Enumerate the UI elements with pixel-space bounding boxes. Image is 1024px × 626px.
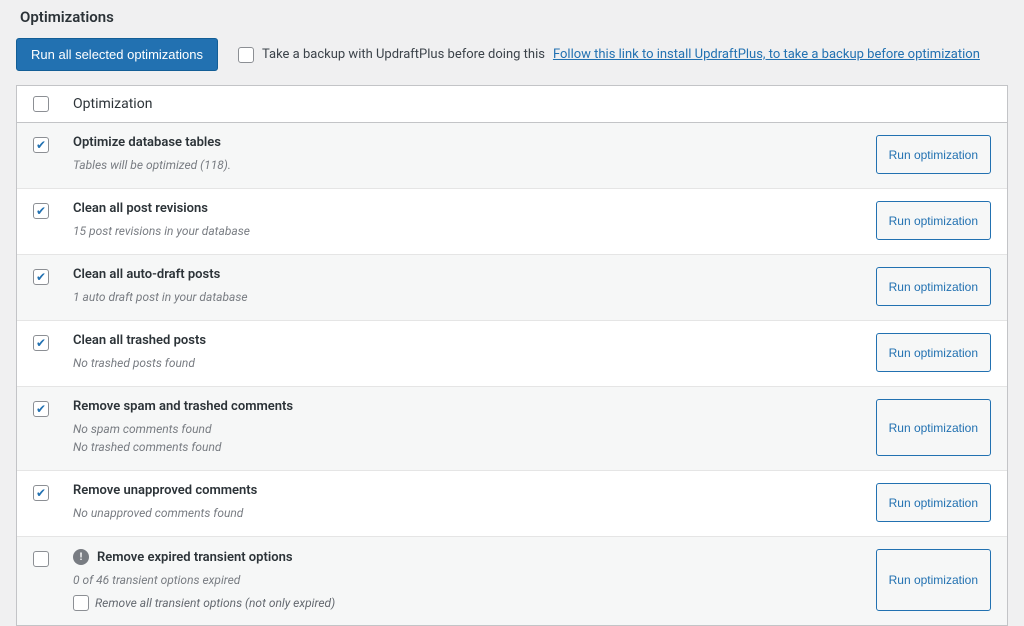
optimizations-table: Optimization Optimize database tables Tab… [16, 85, 1008, 626]
page-title: Optimizations [16, 0, 1008, 38]
table-row: Remove spam and trashed comments No spam … [17, 387, 1007, 471]
row-checkbox[interactable] [33, 269, 49, 285]
sub-option-label: Remove all transient options (not only e… [95, 596, 335, 610]
table-row: Optimize database tables Tables will be o… [17, 123, 1007, 189]
row-checkbox[interactable] [33, 335, 49, 351]
optimization-title: !Remove expired transient options [73, 549, 851, 565]
run-optimization-button[interactable]: Run optimization [876, 483, 991, 522]
sub-option-checkbox[interactable] [73, 595, 89, 611]
row-checkbox[interactable] [33, 137, 49, 153]
table-row: Clean all auto-draft posts 1 auto draft p… [17, 255, 1007, 321]
optimization-description: 1 auto draft post in your database [73, 288, 851, 306]
optimization-title: Remove spam and trashed comments [73, 399, 851, 414]
backup-install-link[interactable]: Follow this link to install UpdraftPlus,… [553, 47, 980, 62]
run-optimization-button[interactable]: Run optimization [876, 549, 991, 611]
table-row: !Remove expired transient options 0 of 46… [17, 537, 1007, 625]
optimization-title: Remove unapproved comments [73, 483, 851, 498]
row-checkbox[interactable] [33, 203, 49, 219]
optimization-description: Tables will be optimized (118). [73, 156, 851, 174]
select-all-checkbox[interactable] [33, 96, 49, 112]
optimization-description: No unapproved comments found [73, 504, 851, 522]
column-header-optimization: Optimization [73, 96, 152, 112]
backup-text: Take a backup with UpdraftPlus before do… [262, 47, 545, 62]
row-checkbox[interactable] [33, 401, 49, 417]
table-header: Optimization [17, 86, 1007, 123]
table-row: Clean all post revisions 15 post revision… [17, 189, 1007, 255]
backup-checkbox[interactable] [238, 47, 254, 63]
run-optimization-button[interactable]: Run optimization [876, 333, 991, 372]
optimization-description: No spam comments foundNo trashed comment… [73, 420, 851, 456]
optimization-title: Clean all trashed posts [73, 333, 851, 348]
run-optimization-button[interactable]: Run optimization [876, 201, 991, 240]
backup-option: Take a backup with UpdraftPlus before do… [238, 47, 980, 63]
sub-option: Remove all transient options (not only e… [73, 595, 851, 611]
row-checkbox[interactable] [33, 551, 49, 567]
optimization-title: Clean all post revisions [73, 201, 851, 216]
row-checkbox[interactable] [33, 485, 49, 501]
run-optimization-button[interactable]: Run optimization [876, 399, 991, 456]
optimization-description: 0 of 46 transient options expired [73, 571, 851, 589]
optimization-description: No trashed posts found [73, 354, 851, 372]
run-optimization-button[interactable]: Run optimization [876, 267, 991, 306]
optimization-description: 15 post revisions in your database [73, 222, 851, 240]
optimization-title: Optimize database tables [73, 135, 851, 150]
table-row: Remove unapproved comments No unapproved … [17, 471, 1007, 537]
table-row: Clean all trashed posts No trashed posts … [17, 321, 1007, 387]
optimization-title: Clean all auto-draft posts [73, 267, 851, 282]
top-bar: Run all selected optimizations Take a ba… [16, 38, 1008, 71]
warning-icon: ! [73, 549, 89, 565]
run-optimization-button[interactable]: Run optimization [876, 135, 991, 174]
run-all-button[interactable]: Run all selected optimizations [16, 38, 218, 71]
